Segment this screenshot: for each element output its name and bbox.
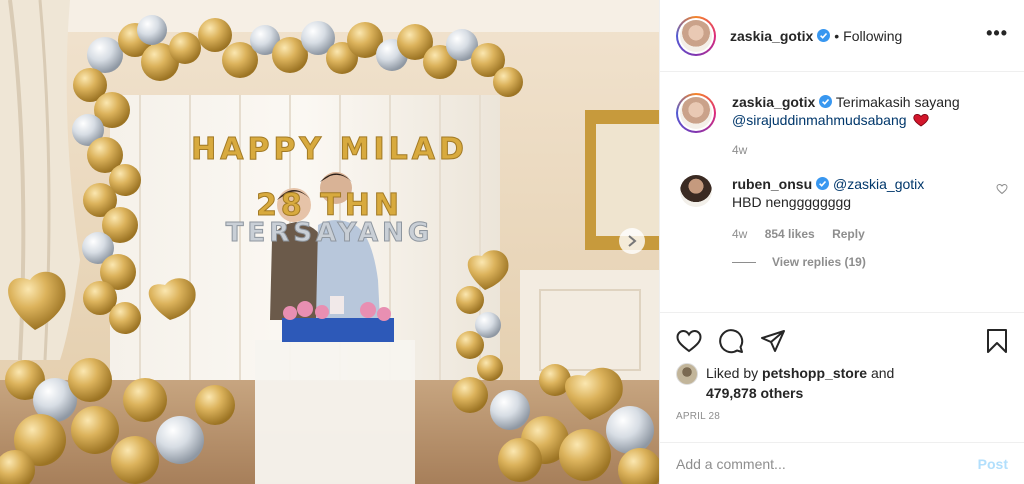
share-icon[interactable] [760,329,786,353]
banner-line-1: HAPPY MILAD [191,132,468,168]
caption-mention[interactable]: @sirajuddinmahmudsabang [732,112,907,128]
caption-time[interactable]: 4w [732,143,747,157]
comment-input[interactable] [676,455,978,472]
bookmark-icon[interactable] [986,328,1008,354]
next-photo-button[interactable] [619,228,645,254]
commenter-username[interactable]: ruben_onsu [732,176,812,192]
verified-icon [817,29,831,42]
comment-time[interactable]: 4w [732,227,747,241]
comment-text: HBD nengggggggg [732,194,852,210]
caption-text: Terimakasih sayang [835,94,960,110]
comments-section: zaskia_gotix Terimakasih sayang @sirajud… [660,73,1024,313]
red-heart-emoji-icon [913,114,930,127]
heart-icon[interactable] [676,329,702,353]
caption-avatar[interactable] [676,93,716,133]
banner-line-3: TERSAYANG [225,218,434,249]
liked-by-prefix: Liked by [706,365,759,381]
header-separator: • [834,27,840,44]
view-replies-button[interactable]: View replies (19) [732,255,1008,269]
liked-by-and: and [870,365,895,381]
post-header: zaskia_gotix • Following ••• [660,0,1024,72]
more-options-button[interactable]: ••• [986,24,1008,42]
post-photo[interactable]: HAPPY MILAD 28 THN TERSAYANG [0,0,659,484]
view-replies-label: View replies (19) [772,255,866,269]
replies-divider [732,261,756,263]
commenter-avatar[interactable] [680,175,712,207]
caption-username[interactable]: zaskia_gotix [732,94,815,110]
likes-count[interactable]: 479,878 others [706,385,803,401]
add-comment-bar: Post [660,442,1024,484]
post-comment-button[interactable]: Post [978,456,1008,472]
like-comment-heart-icon[interactable] [996,183,1008,195]
liker-username[interactable]: petshopp_store [762,365,867,381]
liked-by: Liked by petshopp_store and 479,878 othe… [676,363,1008,403]
post-sidebar: zaskia_gotix • Following ••• zaskia_goti… [659,0,1024,484]
instagram-post: HAPPY MILAD 28 THN TERSAYANG zaskia_goti… [0,0,1024,484]
verified-icon [819,95,833,108]
comment: ruben_onsu @zaskia_gotix HBD nengggggggg… [676,175,1008,243]
caption: zaskia_gotix Terimakasih sayang @sirajud… [676,93,1008,159]
post-date[interactable]: APRIL 28 [676,411,1008,422]
verified-icon [816,177,830,190]
liker-avatar[interactable] [676,363,698,385]
chevron-right-icon [628,235,637,247]
comment-mention[interactable]: @zaskia_gotix [833,176,924,192]
author-avatar[interactable] [676,15,716,56]
author-username[interactable]: zaskia_gotix [730,28,813,44]
following-button[interactable]: Following [843,28,902,44]
reply-button[interactable]: Reply [832,227,865,241]
comment-icon[interactable] [718,328,744,354]
comment-likes[interactable]: 854 likes [765,227,815,241]
post-actions: Liked by petshopp_store and 479,878 othe… [660,312,1024,422]
